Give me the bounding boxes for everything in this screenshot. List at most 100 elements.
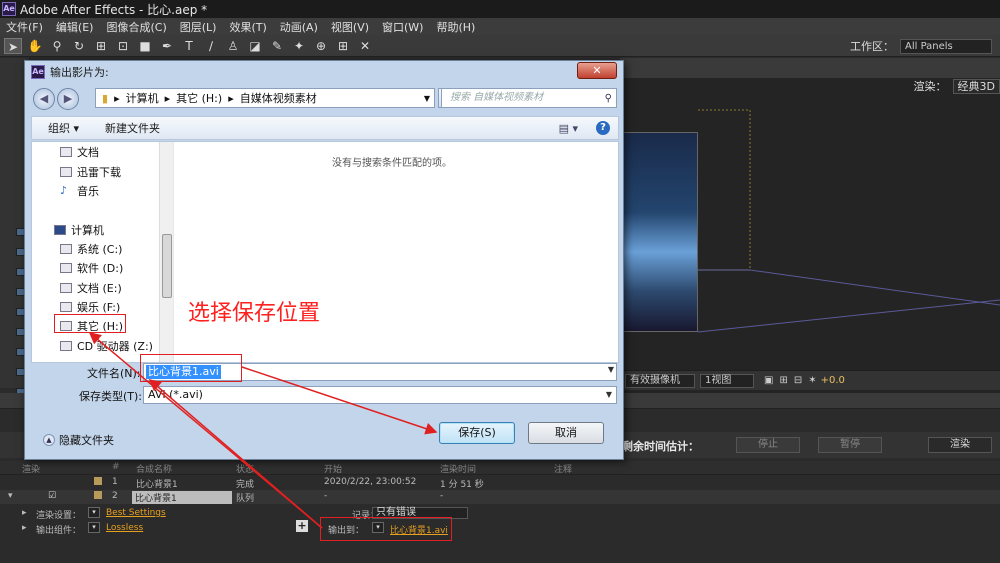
breadcrumb-media-folder[interactable]: 自媒体视频素材 [240, 90, 317, 106]
stop-button[interactable]: 停止 [736, 437, 800, 453]
menu-window[interactable]: 窗口(W) [382, 19, 423, 35]
render-settings-row: ▸ 渲染设置： ▾ Best Settings 记录： [0, 507, 1000, 521]
puppet-tool-icon[interactable]: ✦ [290, 38, 308, 54]
scrollbar-thumb[interactable] [162, 234, 172, 298]
help-icon[interactable]: ? [596, 121, 610, 135]
forward-arrow-icon[interactable]: ▶ [57, 88, 79, 110]
text-tool-icon[interactable]: T [180, 38, 198, 54]
rectangle-tool-icon[interactable]: ■ [136, 38, 154, 54]
composition-footer-bar: 有效摄像机 1视图 ▣ ⊞ ⊟ ✶ +0.0 [620, 370, 1000, 390]
axis-view-icon[interactable]: ✕ [356, 38, 374, 54]
exposure-value[interactable]: +0.0 [821, 375, 845, 386]
filetype-select[interactable]: AVI (*.avi) ▼ [143, 386, 617, 404]
menu-composition[interactable]: 图像合成(C) [106, 19, 166, 35]
pen-tool-icon[interactable]: ✒ [158, 38, 176, 54]
render-queue-column-headers: 渲染 # 合成名称 状态 开始 渲染时间 注释 [0, 461, 1000, 475]
eraser-tool-icon[interactable]: ◪ [246, 38, 264, 54]
3d-view-icon[interactable]: ⊞ [779, 375, 787, 386]
view-layout-select[interactable]: 1视图 [700, 373, 754, 388]
nav-item-computer[interactable]: 计算机 [54, 222, 104, 238]
column-comment[interactable]: 注释 [554, 462, 572, 475]
menu-effect[interactable]: 效果(T) [229, 19, 266, 35]
back-arrow-icon[interactable]: ◀ [33, 88, 55, 110]
cancel-button[interactable]: 取消 [528, 422, 604, 444]
chevron-down-icon[interactable]: ▼ [424, 94, 430, 103]
hand-tool-icon[interactable]: ✋ [26, 38, 44, 54]
nav-scrollbar[interactable] [159, 142, 173, 362]
nav-item-drive-c[interactable]: 系统 (C:) [60, 241, 122, 257]
output-module-dropdown-icon[interactable]: ▾ [88, 522, 100, 533]
label-color-swatch[interactable] [94, 477, 102, 485]
nav-item-drive-e[interactable]: 文档 (E:) [60, 280, 122, 296]
view-options-icon[interactable]: ▤ ▾ [559, 122, 578, 135]
pause-button[interactable]: 暂停 [818, 437, 882, 453]
column-start[interactable]: 开始 [324, 462, 342, 475]
nav-item-label: 娱乐 (F:) [77, 301, 121, 314]
collapse-chevron-icon[interactable]: ▲ [43, 434, 55, 446]
selection-tool-icon[interactable]: ➤ [4, 37, 22, 54]
renderer-select[interactable]: 经典3D [952, 78, 1000, 94]
output-module-link[interactable]: Lossless [106, 523, 143, 533]
expand-triangle-icon[interactable]: ▸ [22, 508, 27, 518]
new-folder-button[interactable]: 新建文件夹 [105, 120, 160, 136]
menu-animation[interactable]: 动画(A) [280, 19, 318, 35]
menu-file[interactable]: 文件(F) [6, 19, 43, 35]
render-settings-link[interactable]: Best Settings [106, 508, 166, 518]
render-settings-dropdown-icon[interactable]: ▾ [88, 507, 100, 518]
save-button[interactable]: 保存(S) [439, 422, 515, 444]
breadcrumb-computer[interactable]: 计算机 [126, 90, 159, 106]
search-icon[interactable]: ⚲ [605, 90, 612, 108]
music-icon: ♪ [60, 184, 68, 197]
nav-item-label: 软件 (D:) [77, 262, 124, 275]
filetype-value: AVI (*.avi) [148, 388, 203, 401]
nav-item-thunder-downloads[interactable]: 迅雷下载 [60, 164, 121, 180]
breadcrumb-drive-h[interactable]: 其它 (H:) [176, 90, 222, 106]
axis-world-icon[interactable]: ⊞ [334, 38, 352, 54]
organize-button[interactable]: 组织 ▾ [48, 120, 79, 136]
render-checkbox[interactable]: ☑ [48, 491, 56, 501]
grid-icon[interactable]: ▣ [764, 375, 773, 386]
zoom-tool-icon[interactable]: ⚲ [48, 38, 66, 54]
flowchart-icon[interactable]: ⊟ [794, 375, 802, 386]
column-render[interactable]: 渲染 [22, 462, 40, 475]
menu-edit[interactable]: 编辑(E) [56, 19, 94, 35]
chevron-down-icon[interactable]: ▼ [606, 387, 612, 403]
active-camera-select[interactable]: 有效摄像机 [625, 373, 695, 388]
row-status: 队列 [236, 494, 255, 504]
column-number[interactable]: # [112, 462, 120, 472]
render-button[interactable]: 渲染 [928, 437, 992, 453]
chevron-down-icon[interactable]: ▼ [608, 365, 614, 374]
expand-triangle-icon[interactable]: ▸ [22, 523, 27, 533]
axis-local-icon[interactable]: ⊕ [312, 38, 330, 54]
render-queue-row[interactable]: ▾ ☑ 2 比心背景1 队列 - - [0, 490, 1000, 504]
menu-layer[interactable]: 图层(L) [180, 19, 217, 35]
nav-item-music[interactable]: ♪ 音乐 [60, 183, 99, 199]
exposure-icon[interactable]: ✶ [808, 375, 816, 386]
menu-view[interactable]: 视图(V) [331, 19, 369, 35]
search-input[interactable]: 搜索 自媒体视频素材 ⚲ [441, 88, 617, 108]
column-render-time[interactable]: 渲染时间 [440, 462, 476, 475]
hide-folders-toggle[interactable]: ▲ 隐藏文件夹 [43, 432, 114, 448]
camera-tool-icon[interactable]: ⊞ [92, 38, 110, 54]
close-button[interactable]: ✕ [577, 62, 617, 79]
nav-item-label: 文档 (E:) [77, 282, 122, 295]
nav-item-documents[interactable]: 文档 [60, 144, 99, 160]
menu-help[interactable]: 帮助(H) [436, 19, 475, 35]
nav-item-drive-z[interactable]: CD 驱动器 (Z:) [60, 338, 153, 354]
column-status[interactable]: 状态 [236, 462, 254, 475]
address-bar[interactable]: ▮ ▸ 计算机 ▸ 其它 (H:) ▸ 自媒体视频素材 ▼ [95, 88, 435, 108]
pan-behind-tool-icon[interactable]: ⊡ [114, 38, 132, 54]
column-comp-name[interactable]: 合成名称 [136, 462, 172, 475]
add-output-module-button[interactable]: + [296, 520, 308, 532]
nav-item-drive-d[interactable]: 软件 (D:) [60, 260, 123, 276]
workspace-select[interactable]: All Panels [900, 38, 992, 54]
roto-brush-tool-icon[interactable]: ✎ [268, 38, 286, 54]
render-queue-row[interactable]: 1 比心背景1 完成 2020/2/22, 23:00:52 1 分 51 秒 [0, 476, 1000, 490]
rotate-tool-icon[interactable]: ↻ [70, 38, 88, 54]
clone-stamp-tool-icon[interactable]: ♙ [224, 38, 242, 54]
download-folder-icon [60, 167, 72, 177]
brush-tool-icon[interactable]: ∕ [202, 38, 220, 54]
label-color-swatch[interactable] [94, 491, 102, 499]
nav-item-drive-f[interactable]: 娱乐 (F:) [60, 299, 120, 315]
expand-triangle-icon[interactable]: ▾ [8, 491, 13, 501]
